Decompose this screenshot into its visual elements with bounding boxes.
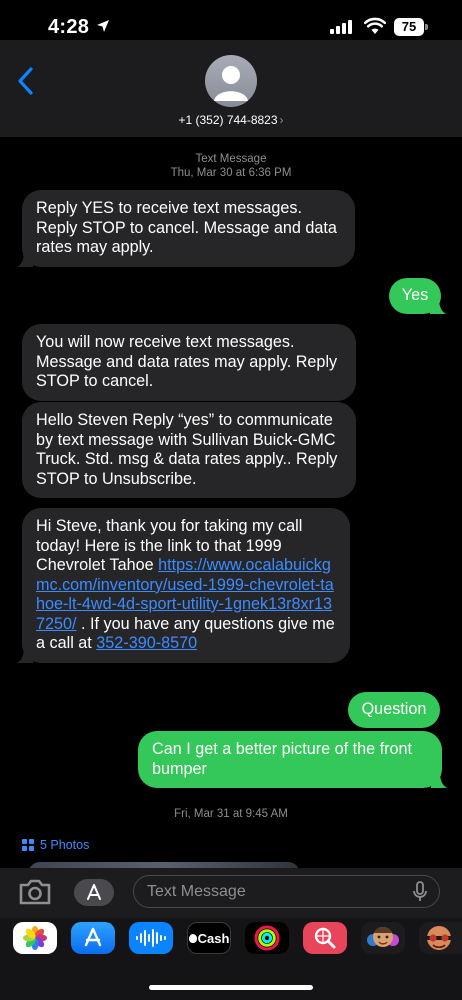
message-text: Reply YES to receive text messages. Repl… — [36, 199, 337, 256]
incoming-message[interactable]: Reply YES to receive text messages. Repl… — [17, 190, 355, 267]
memoji-sticker-icon — [427, 926, 451, 950]
bubble-tail — [17, 250, 33, 267]
location-arrow-icon — [97, 20, 109, 32]
audio-message-app-icon[interactable] — [129, 922, 173, 954]
memoji-stickers-app-icon[interactable] — [419, 922, 462, 954]
app-store-app-icon[interactable] — [71, 922, 115, 954]
activity-rings-icon — [254, 925, 280, 951]
incoming-message[interactable]: You will now receive text messages. Mess… — [22, 324, 356, 401]
wifi-icon — [364, 17, 386, 34]
outgoing-message[interactable]: Yes — [389, 278, 446, 314]
memoji-face-icon — [367, 927, 399, 947]
app-store-button[interactable] — [74, 879, 114, 906]
message-text: Question — [361, 700, 427, 718]
message-text: Can I get a better picture of the front … — [152, 740, 413, 778]
message-text: Yes — [401, 286, 429, 304]
magnifier-globe-icon — [314, 927, 336, 949]
outgoing-message[interactable]: Question — [348, 692, 440, 728]
incoming-message[interactable]: Hello Steven Reply “yes” to communicate … — [22, 402, 356, 498]
bubble-tail — [17, 646, 33, 663]
cellular-signal-icon — [330, 20, 352, 34]
photo-grid-icon — [22, 839, 34, 851]
image-search-app-icon[interactable] — [303, 922, 347, 954]
app-store-glyph-icon — [84, 927, 102, 947]
apple-cash-app-icon[interactable]: Cash — [187, 922, 231, 954]
contact-details-chevron-icon: › — [279, 113, 284, 127]
microphone-icon[interactable] — [411, 881, 429, 903]
bubble-tail — [431, 772, 447, 788]
status-time: 4:28 — [48, 16, 90, 38]
waveform-icon — [136, 929, 166, 947]
photos-count: 5 Photos — [40, 838, 90, 852]
contact-avatar[interactable] — [205, 55, 257, 107]
contact-name-row[interactable]: +1 (352) 744-8823 › — [0, 113, 462, 127]
memoji-app-icon[interactable] — [361, 922, 405, 954]
back-chevron-icon[interactable] — [14, 64, 38, 98]
message-text: You will now receive text messages. Mess… — [36, 333, 338, 390]
apple-logo-icon — [188, 933, 197, 943]
person-silhouette-icon — [214, 66, 248, 101]
camera-icon[interactable] — [17, 876, 53, 908]
phone-link[interactable]: 352-390-8570 — [96, 634, 197, 652]
photos-stack-label[interactable]: 5 Photos — [22, 838, 89, 852]
bubble-tail — [430, 298, 446, 314]
fitness-app-icon[interactable] — [245, 922, 289, 954]
message-service-label: Text Message — [195, 153, 267, 165]
home-indicator[interactable] — [149, 985, 313, 990]
app-store-a-icon — [87, 884, 101, 900]
photos-flower-icon — [23, 926, 47, 950]
incoming-message[interactable]: Hi Steve, thank you for taking my call t… — [17, 508, 350, 663]
apple-cash-label: Cash — [197, 930, 230, 946]
photos-app-icon[interactable] — [13, 922, 57, 954]
outgoing-message[interactable]: Can I get a better picture of the front … — [138, 731, 447, 788]
message-input[interactable]: Text Message — [133, 875, 440, 908]
battery-cap — [425, 24, 428, 30]
timestamp: Thu, Mar 30 at 6:36 PM — [170, 167, 292, 179]
message-text: Hello Steven Reply “yes” to communicate … — [36, 411, 338, 488]
battery-indicator: 75 — [394, 18, 424, 36]
timestamp: Fri, Mar 31 at 9:45 AM — [174, 808, 288, 820]
contact-phone-number: +1 (352) 744-8823 — [178, 113, 278, 127]
